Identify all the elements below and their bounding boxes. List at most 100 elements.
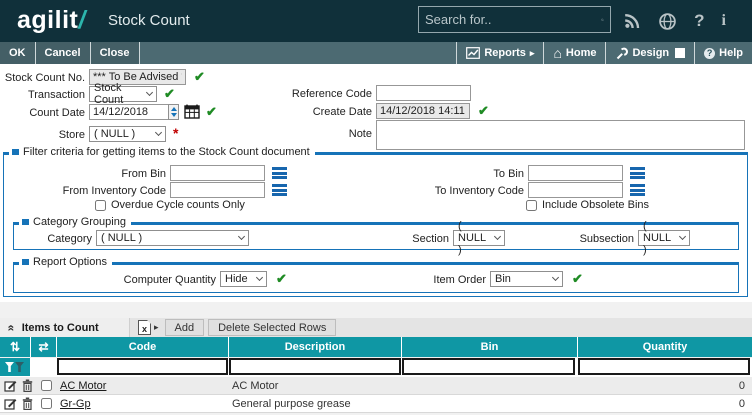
date-spinner[interactable] bbox=[168, 104, 179, 120]
design-button[interactable]: Design bbox=[605, 42, 694, 64]
overdue-cycle-counts-checkbox[interactable] bbox=[95, 200, 106, 211]
export-menu-arrow-icon[interactable]: ▸ bbox=[154, 322, 159, 333]
transaction-label: Transaction bbox=[0, 89, 85, 102]
delete-selected-rows-button[interactable]: Delete Selected Rows bbox=[208, 319, 336, 336]
transaction-value: Stock Count bbox=[94, 82, 141, 106]
items-panel-header: « Items to Count x ▸ Add Delete Selected… bbox=[0, 318, 752, 337]
help-button[interactable]: ? Help bbox=[694, 42, 752, 64]
trash-icon[interactable] bbox=[22, 379, 33, 392]
chevron-down-icon bbox=[155, 129, 162, 136]
section-select[interactable]: ( NULL ) bbox=[453, 230, 505, 246]
lookup-icon[interactable] bbox=[272, 184, 287, 196]
design-mode-checkbox[interactable] bbox=[675, 48, 685, 58]
trash-icon[interactable] bbox=[22, 397, 33, 410]
chart-icon bbox=[466, 47, 480, 59]
subsection-label: Subsection bbox=[570, 233, 634, 246]
grid-refresh-header[interactable]: ⇄ bbox=[31, 337, 56, 357]
item-code-link[interactable]: AC Motor bbox=[60, 380, 106, 392]
table-row: AC Motor AC Motor 0 bbox=[0, 377, 752, 395]
reports-button[interactable]: Reports ▸ bbox=[456, 42, 543, 64]
delete-label: Delete Selected Rows bbox=[218, 322, 326, 334]
from-inventory-code-label: From Inventory Code bbox=[38, 185, 166, 198]
column-header-description[interactable]: Description bbox=[229, 337, 401, 357]
category-select[interactable]: ( NULL ) bbox=[96, 230, 249, 246]
cancel-label: Cancel bbox=[45, 47, 81, 59]
report-options-group: Report Options Computer Quantity Hide ✔ … bbox=[13, 262, 739, 293]
design-label: Design bbox=[632, 47, 669, 59]
valid-check-icon: ✔ bbox=[206, 105, 217, 118]
column-header-bin[interactable]: Bin bbox=[402, 337, 577, 357]
count-date-label: Count Date bbox=[0, 107, 85, 120]
filter-criteria-group-title: Filter criteria for getting items to the… bbox=[9, 146, 315, 158]
to-bin-field[interactable] bbox=[528, 165, 623, 181]
filter-input-description[interactable] bbox=[229, 358, 401, 375]
lookup-icon[interactable] bbox=[272, 167, 287, 179]
computer-quantity-select[interactable]: Hide bbox=[220, 271, 267, 287]
item-code-link[interactable]: Gr-Gp bbox=[60, 398, 91, 410]
chevron-down-icon bbox=[238, 233, 245, 240]
overdue-checkbox-label: Overdue Cycle counts Only bbox=[111, 199, 245, 211]
cancel-button[interactable]: Cancel bbox=[36, 42, 91, 64]
row-select-checkbox[interactable] bbox=[41, 398, 52, 409]
valid-check-icon: ✔ bbox=[478, 104, 489, 117]
items-panel-title-tab[interactable]: « Items to Count bbox=[0, 318, 130, 337]
store-select[interactable]: ( NULL ) bbox=[89, 126, 166, 142]
column-header-quantity[interactable]: Quantity bbox=[578, 337, 752, 357]
count-date-field[interactable] bbox=[89, 104, 169, 120]
create-date-field[interactable] bbox=[376, 103, 470, 119]
search-input[interactable] bbox=[425, 12, 601, 27]
chevron-down-icon bbox=[494, 233, 501, 240]
include-obsolete-bins-checkbox[interactable] bbox=[526, 200, 537, 211]
table-row: Gr-Gp General purpose grease 0 bbox=[0, 395, 752, 413]
collapse-panel-icon[interactable]: « bbox=[4, 324, 18, 331]
home-label: Home bbox=[566, 47, 597, 59]
transaction-select[interactable]: Stock Count bbox=[89, 86, 157, 102]
help-icon[interactable]: ? bbox=[694, 11, 704, 31]
close-label: Close bbox=[100, 47, 130, 59]
item-order-select[interactable]: Bin bbox=[490, 271, 563, 287]
edit-icon[interactable] bbox=[4, 379, 17, 392]
search-box bbox=[418, 6, 611, 33]
close-button[interactable]: Close bbox=[91, 42, 140, 64]
category-value: ( NULL ) bbox=[101, 232, 142, 244]
edit-icon[interactable] bbox=[4, 397, 17, 410]
category-label: Category bbox=[14, 233, 92, 246]
add-label: Add bbox=[175, 322, 195, 334]
grid-sort-header[interactable]: ⇅ bbox=[0, 337, 30, 357]
toolbar-spacer bbox=[140, 42, 457, 64]
filter-input-bin[interactable] bbox=[402, 358, 575, 375]
search-icon[interactable] bbox=[601, 10, 604, 30]
reference-code-field[interactable] bbox=[376, 85, 471, 101]
lookup-icon[interactable] bbox=[630, 184, 645, 196]
lookup-icon[interactable] bbox=[630, 167, 645, 179]
from-inventory-code-field[interactable] bbox=[170, 182, 265, 198]
calendar-icon[interactable] bbox=[184, 104, 200, 119]
app-logo[interactable]: agilit/ bbox=[17, 6, 86, 35]
valid-check-icon: ✔ bbox=[276, 272, 287, 285]
rss-icon[interactable] bbox=[623, 12, 641, 30]
create-date-label: Create Date bbox=[250, 106, 372, 119]
store-value: ( NULL ) bbox=[94, 128, 135, 140]
excel-export-icon[interactable]: x bbox=[138, 320, 151, 335]
home-button[interactable]: ⌂ Home bbox=[543, 42, 605, 64]
filter-funnel-cell[interactable] bbox=[0, 358, 30, 376]
note-field[interactable] bbox=[376, 120, 745, 150]
to-inventory-code-field[interactable] bbox=[528, 182, 623, 198]
ok-button[interactable]: OK bbox=[0, 42, 36, 64]
section-value: ( NULL ) bbox=[458, 220, 489, 256]
add-button[interactable]: Add bbox=[165, 319, 205, 336]
info-icon[interactable]: i bbox=[722, 12, 726, 30]
reports-arrow-icon: ▸ bbox=[530, 48, 535, 59]
excel-letter: x bbox=[142, 324, 147, 334]
filter-input-quantity[interactable] bbox=[578, 358, 750, 375]
filter-input-code[interactable] bbox=[57, 358, 228, 375]
row-select-checkbox[interactable] bbox=[41, 380, 52, 391]
globe-icon[interactable] bbox=[658, 12, 677, 31]
chevron-down-icon bbox=[679, 233, 686, 240]
store-label: Store bbox=[0, 129, 85, 142]
subsection-select[interactable]: ( NULL ) bbox=[638, 230, 690, 246]
column-header-code[interactable]: Code bbox=[57, 337, 228, 357]
item-description: AC Motor bbox=[232, 380, 278, 392]
from-bin-field[interactable] bbox=[170, 165, 265, 181]
logo-text: agilit bbox=[17, 6, 78, 34]
